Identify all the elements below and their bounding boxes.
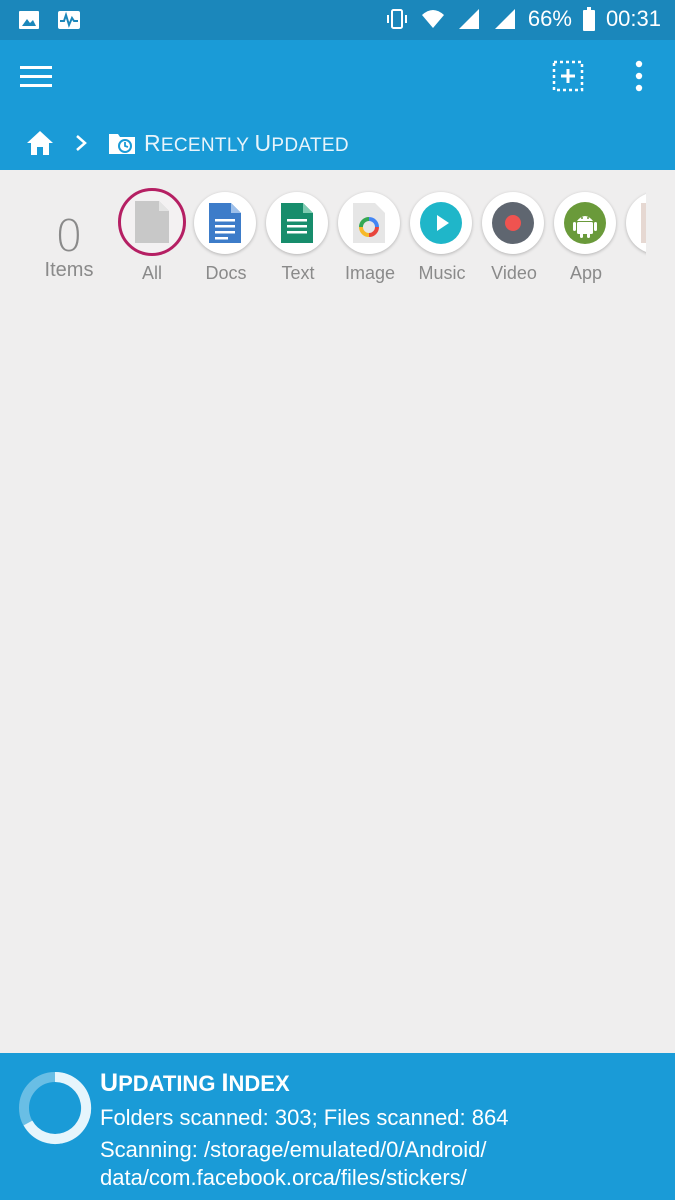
breadcrumb: RECENTLY UPDATED	[26, 128, 349, 158]
scanning-path-line-2: data/com.facebook.orca/files/stickers/	[100, 1165, 467, 1190]
signal-icon-2	[494, 9, 515, 29]
add-selection-icon[interactable]	[552, 60, 584, 92]
panel-title: UPDATING INDEX	[100, 1069, 290, 1097]
battery-icon	[582, 7, 595, 31]
category-all[interactable]: All	[116, 188, 188, 288]
updating-index-panel: UPDATING INDEX Folders scanned: 303; Fil…	[0, 1053, 675, 1200]
category-label: Video	[491, 263, 537, 283]
category-label: App	[569, 263, 603, 283]
scanning-path-line-1: Scanning: /storage/emulated/0/Android/	[100, 1137, 487, 1162]
sheet-icon	[281, 203, 313, 243]
category-label: All	[141, 263, 162, 283]
category-app-circle	[554, 192, 616, 254]
category-image[interactable]: Image	[334, 188, 406, 288]
play-icon	[420, 202, 462, 244]
signal-icon	[458, 9, 479, 29]
docs-icon	[209, 203, 241, 243]
category-docs-circle	[194, 192, 256, 254]
category-filter-strip[interactable]: All Docs Text Image Music Video App	[116, 188, 646, 298]
category-video-circle	[482, 192, 544, 254]
image-icon	[19, 11, 39, 29]
home-icon[interactable]	[26, 130, 54, 156]
category-image-circle	[338, 192, 400, 254]
more-vert-icon[interactable]	[628, 60, 650, 92]
hamburger-menu-icon[interactable]	[20, 64, 54, 90]
chevron-right-icon	[76, 135, 87, 151]
progress-spinner-icon	[19, 1071, 92, 1144]
category-video[interactable]: Video	[478, 188, 550, 288]
category-text[interactable]: Text	[262, 188, 334, 288]
wifi-icon	[421, 10, 444, 28]
item-count: 0 Items	[30, 215, 108, 282]
scan-count-text: Folders scanned: 303; Files scanned: 864	[100, 1105, 509, 1130]
category-music-circle	[410, 192, 472, 254]
category-label: Image	[344, 263, 396, 283]
category-archive[interactable]: Ar	[622, 188, 646, 288]
pulse-icon	[58, 11, 80, 29]
category-label: Text	[281, 263, 315, 283]
status-bar: 66% 00:31	[0, 0, 675, 40]
android-icon	[564, 202, 606, 244]
category-text-circle	[266, 192, 328, 254]
battery-percent: 66%	[527, 6, 572, 31]
recent-folder-icon	[109, 134, 135, 154]
category-label: Ar	[622, 263, 646, 284]
app-bar: RECENTLY UPDATED	[0, 40, 675, 170]
archive-icon	[641, 203, 646, 243]
vibrate-icon	[386, 9, 407, 29]
category-docs[interactable]: Docs	[190, 188, 262, 288]
category-music[interactable]: Music	[406, 188, 478, 288]
category-archive-circle	[626, 192, 646, 254]
file-icon	[135, 201, 169, 243]
category-app[interactable]: App	[550, 188, 622, 288]
record-icon	[492, 202, 534, 244]
item-count-number: 0	[55, 211, 83, 262]
category-label: Docs	[205, 263, 247, 283]
category-all-selected-ring	[118, 188, 186, 256]
category-label: Music	[418, 263, 466, 283]
image-pinwheel-icon	[353, 203, 385, 243]
clock: 00:31	[605, 6, 661, 31]
item-count-label: Items	[44, 259, 94, 281]
page-title: RECENTLY UPDATED	[144, 129, 349, 156]
